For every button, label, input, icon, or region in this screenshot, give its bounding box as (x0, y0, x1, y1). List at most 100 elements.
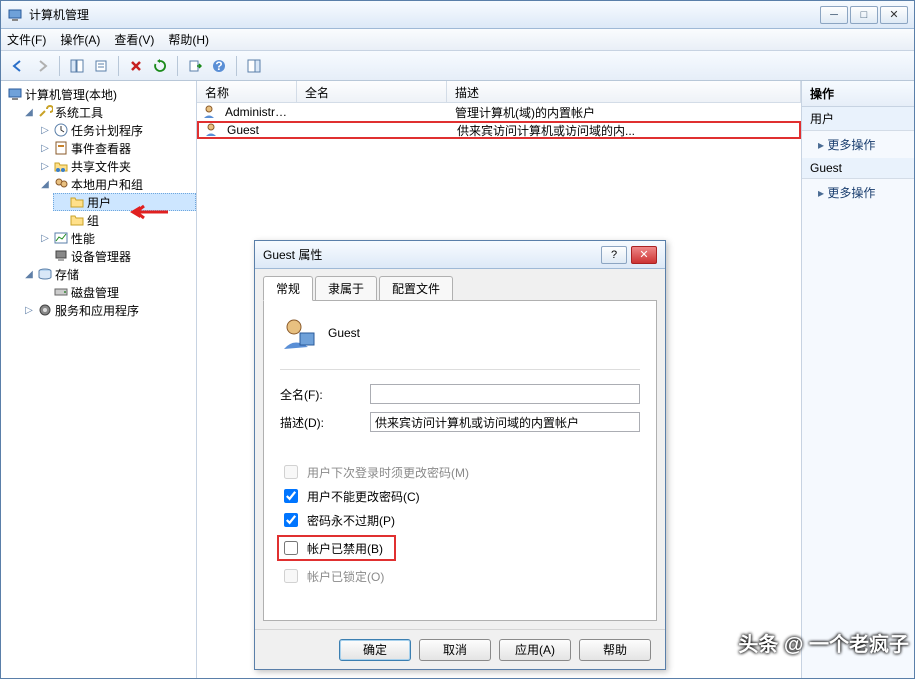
tree-users[interactable]: ▷用户 (53, 193, 196, 211)
separator (177, 56, 178, 76)
tree-item-label: 设备管理器 (71, 248, 131, 265)
app-icon (7, 7, 23, 23)
checkbox-label: 帐户已禁用(B) (307, 540, 383, 557)
tree-device-manager[interactable]: ▷设备管理器 (37, 247, 196, 265)
dialog-help-button-bottom[interactable]: 帮助 (579, 639, 651, 661)
expand-icon[interactable]: ▷ (39, 232, 51, 244)
checkbox-account-disabled[interactable]: 帐户已禁用(B) (280, 538, 393, 558)
tab-panel-general: Guest 全名(F): 描述(D): 用户下次登录时须更改密码(M) 用户不能… (263, 300, 657, 621)
tree-services-apps[interactable]: ▷ 服务和应用程序 (21, 301, 196, 319)
list-row-administrator[interactable]: Administrat... 管理计算机(域)的内置帐户 (197, 103, 801, 121)
forward-button[interactable] (31, 55, 53, 77)
tree-item-label: 服务和应用程序 (55, 302, 139, 319)
close-button[interactable]: ✕ (880, 6, 908, 24)
collapse-icon[interactable]: ◢ (39, 178, 51, 190)
tree-performance[interactable]: ▷ 性能 (37, 229, 196, 247)
expand-icon[interactable]: ▷ (39, 124, 51, 136)
list-row-guest[interactable]: Guest 供来宾访问计算机或访问域的内... (197, 121, 801, 139)
tree-item-label: 用户 (87, 194, 111, 211)
checkbox-cannot-change-password[interactable]: 用户不能更改密码(C) (280, 486, 640, 506)
user-icon (203, 122, 219, 138)
expand-icon[interactable]: ▷ (39, 160, 51, 172)
tab-profile[interactable]: 配置文件 (379, 276, 453, 301)
cell-name: Administrat... (217, 105, 297, 119)
dialog-buttons: 确定 取消 应用(A) 帮助 (255, 629, 665, 669)
menu-view[interactable]: 查看(V) (114, 31, 154, 48)
show-hide-tree-button[interactable] (66, 55, 88, 77)
help-button[interactable]: ? (208, 55, 230, 77)
col-desc[interactable]: 描述 (447, 81, 801, 102)
tab-general[interactable]: 常规 (263, 276, 313, 301)
cell-desc: 管理计算机(域)的内置帐户 (447, 104, 801, 121)
tree-storage[interactable]: ◢存储 (21, 265, 196, 283)
properties-button[interactable] (90, 55, 112, 77)
actions-more-guest[interactable]: 更多操作 (802, 179, 914, 206)
tab-memberof[interactable]: 隶属于 (315, 276, 377, 301)
dialog-close-button[interactable]: ✕ (631, 246, 657, 264)
separator (118, 56, 119, 76)
expand-icon[interactable]: ▷ (39, 142, 51, 154)
input-description[interactable] (370, 412, 640, 432)
collapse-icon[interactable]: ◢ (23, 268, 35, 280)
tree-task-scheduler[interactable]: ▷ 任务计划程序 (37, 121, 196, 139)
users-groups-icon (53, 176, 69, 192)
maximize-button[interactable]: □ (850, 6, 878, 24)
delete-button[interactable] (125, 55, 147, 77)
minimize-button[interactable]: ─ (820, 6, 848, 24)
checkbox-password-never-expires[interactable]: 密码永不过期(P) (280, 510, 640, 530)
actions-pane: 操作 用户 更多操作 Guest 更多操作 (802, 81, 914, 678)
label-description: 描述(D): (280, 414, 370, 431)
tree-pane[interactable]: 计算机管理(本地) ◢ 系统工具 ▷ 任务计划程序 ▷事件查看器 (1, 81, 197, 678)
menu-file[interactable]: 文件(F) (7, 31, 46, 48)
input-fullname[interactable] (370, 384, 640, 404)
checkbox-label: 用户不能更改密码(C) (307, 488, 420, 505)
dialog-help-button[interactable]: ? (601, 246, 627, 264)
tree-shared-folders[interactable]: ▷共享文件夹 (37, 157, 196, 175)
cancel-button[interactable]: 取消 (419, 639, 491, 661)
tree-item-label: 任务计划程序 (71, 122, 143, 139)
device-icon (53, 248, 69, 264)
action-pane-button[interactable] (243, 55, 265, 77)
col-name[interactable]: 名称 (197, 81, 297, 102)
refresh-button[interactable] (149, 55, 171, 77)
properties-dialog[interactable]: Guest 属性 ? ✕ 常规 隶属于 配置文件 Guest 全名(F): 描述… (254, 240, 666, 670)
tree-event-viewer[interactable]: ▷事件查看器 (37, 139, 196, 157)
tree-item-label: 本地用户和组 (71, 176, 143, 193)
menu-help[interactable]: 帮助(H) (168, 31, 209, 48)
tree-root[interactable]: 计算机管理(本地) (5, 85, 196, 103)
dialog-titlebar[interactable]: Guest 属性 ? ✕ (255, 241, 665, 269)
export-list-button[interactable] (184, 55, 206, 77)
apply-button[interactable]: 应用(A) (499, 639, 571, 661)
menu-action[interactable]: 操作(A) (60, 31, 100, 48)
actions-header: 操作 (802, 81, 914, 107)
user-large-icon (280, 315, 316, 351)
collapse-icon[interactable]: ◢ (23, 106, 35, 118)
list-header: 名称 全名 描述 (197, 81, 801, 103)
tree-system-tools[interactable]: ◢ 系统工具 (21, 103, 196, 121)
tree-sys-tools-label: 系统工具 (55, 104, 103, 121)
expand-icon[interactable]: ▷ (23, 304, 35, 316)
col-fullname[interactable]: 全名 (297, 81, 447, 102)
menu-bar: 文件(F) 操作(A) 查看(V) 帮助(H) (1, 29, 914, 51)
folder-icon (69, 194, 85, 210)
back-button[interactable] (7, 55, 29, 77)
window-title: 计算机管理 (29, 6, 818, 23)
tree-local-users-groups[interactable]: ◢ 本地用户和组 (37, 175, 196, 193)
tree-item-label: 性能 (71, 230, 95, 247)
ok-button[interactable]: 确定 (339, 639, 411, 661)
checkbox-label: 用户下次登录时须更改密码(M) (307, 464, 469, 481)
event-icon (53, 140, 69, 156)
separator (236, 56, 237, 76)
tree-disk-mgmt[interactable]: ▷磁盘管理 (37, 283, 196, 301)
tree-root-label: 计算机管理(本地) (25, 86, 117, 103)
row-description: 描述(D): (280, 412, 640, 432)
actions-section-users: 用户 (802, 107, 914, 131)
tree-groups[interactable]: ▷组 (53, 211, 196, 229)
separator (59, 56, 60, 76)
tree-item-label: 组 (87, 212, 99, 229)
clock-icon (53, 122, 69, 138)
titlebar[interactable]: 计算机管理 ─ □ ✕ (1, 1, 914, 29)
dialog-username: Guest (328, 326, 360, 340)
user-icon (201, 104, 217, 120)
actions-more-users[interactable]: 更多操作 (802, 131, 914, 158)
